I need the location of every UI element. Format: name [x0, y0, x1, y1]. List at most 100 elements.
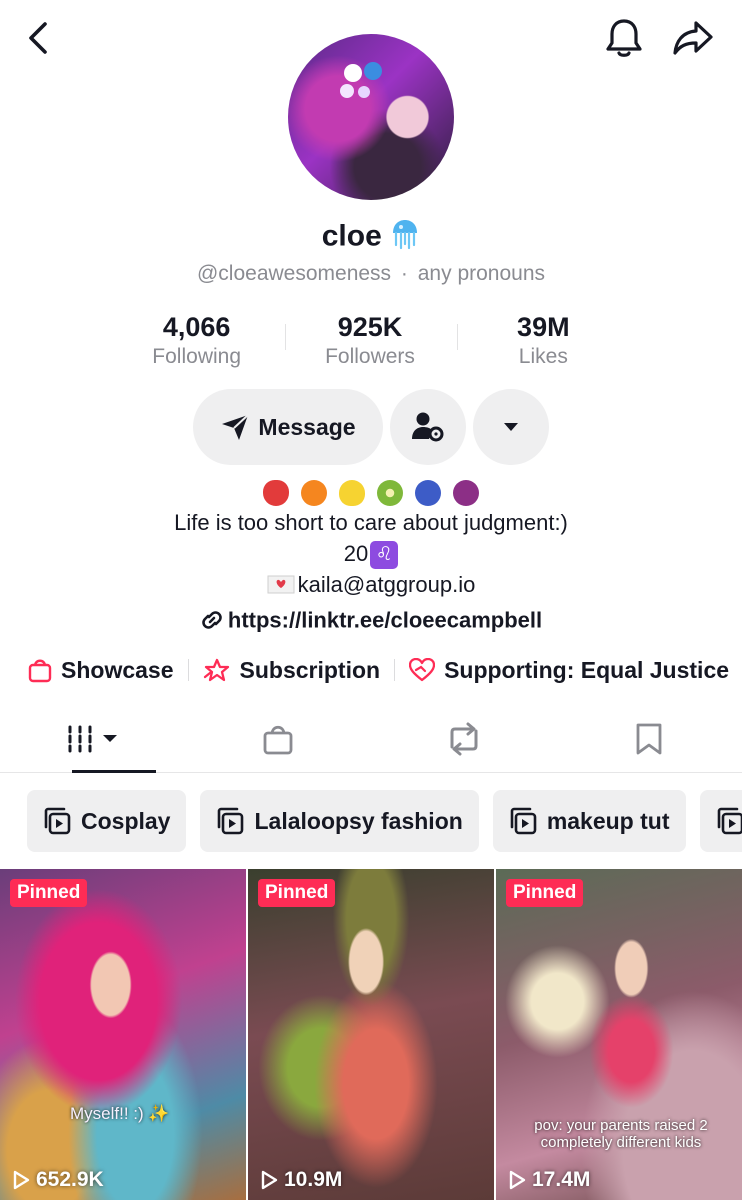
tab-videos[interactable] [0, 706, 186, 773]
message-button[interactable]: Message [193, 389, 383, 465]
subscription-link[interactable]: Subscription [203, 656, 381, 684]
stat-following[interactable]: 4,066 Following [110, 310, 283, 374]
view-count: 652.9K [12, 1168, 104, 1192]
bookmark-icon [636, 723, 662, 755]
avatar[interactable] [288, 34, 454, 200]
share-arrow-icon [673, 21, 713, 55]
pinned-badge: Pinned [10, 879, 88, 907]
playlist-icon [44, 807, 71, 835]
pronouns: any pronouns [417, 262, 546, 285]
stat-label: Following [152, 345, 242, 368]
playlist-icon [218, 807, 244, 835]
blueberries-icon [415, 480, 442, 507]
bio-email-line: kaila@atggroup.io [0, 569, 742, 600]
playlist-chip[interactable]: Cosplay [27, 790, 187, 852]
bio-link[interactable]: https://linktr.ee/cloeecampbell [228, 608, 542, 633]
content-tabs [0, 706, 742, 773]
star-badge-icon [203, 658, 229, 682]
heart-hand-icon [409, 658, 436, 682]
stat-label: Followers [325, 345, 415, 368]
message-button-label: Message [258, 413, 356, 440]
bio-link-line: https://linktr.ee/cloeecampbell [0, 603, 742, 634]
tab-reposts[interactable] [371, 706, 557, 772]
playlist-chips: Cosplay Lalaloopsy fashion makeup tut [27, 790, 742, 852]
play-icon [13, 1170, 30, 1190]
feature-separator [394, 659, 396, 681]
bag-icon [263, 725, 293, 755]
leo-zodiac-icon: ♌ [370, 541, 399, 570]
view-count-value: 652.9K [36, 1168, 104, 1191]
bell-icon [606, 19, 642, 57]
playlist-icon [717, 807, 742, 835]
playlist-label: Lalaloopsy fashion [254, 807, 463, 834]
playlist-icon [510, 807, 537, 835]
back-button[interactable] [18, 18, 58, 58]
supporting-link[interactable]: Supporting: Equal Justice [409, 657, 729, 684]
stat-likes[interactable]: 39M Likes [457, 310, 630, 374]
video-caption: pov: your parents raised 2 completely di… [534, 1117, 708, 1151]
strawberry-icon [262, 480, 289, 507]
tab-shop[interactable] [186, 706, 372, 772]
tab-saved[interactable] [557, 706, 742, 772]
video-tile[interactable]: Pinned 10.9M [248, 869, 494, 1200]
add-friend-settings-button[interactable] [390, 389, 466, 465]
jellyfish-icon [390, 218, 420, 255]
bio-text: Life is too short to care about judgment… [174, 510, 568, 535]
avatar-decoration [364, 62, 382, 80]
supporting-label: Supporting: Equal Justice [444, 656, 730, 683]
caret-down-icon [504, 423, 518, 431]
play-icon [261, 1170, 278, 1190]
bio: Life is too short to care about judgment… [0, 476, 742, 634]
grid-icon [68, 725, 117, 753]
stat-value: 4,066 [162, 312, 231, 342]
handle-separator: · [400, 262, 408, 285]
feature-row: Showcase Subscription Supporting: Equal … [28, 652, 729, 688]
profile-name-row: cloe [0, 218, 742, 255]
playlist-label: makeup tut [546, 807, 670, 834]
stat-value: 39M [517, 312, 570, 342]
video-tile[interactable]: Pinned Myself!! :) ✨ 652.9K [0, 869, 246, 1200]
playlist-chip[interactable]: makeup tut [492, 790, 686, 852]
user-settings-icon [412, 412, 444, 442]
pinned-badge: Pinned [258, 879, 336, 907]
avatar-decoration [340, 84, 354, 98]
view-count-value: 17.4M [532, 1168, 591, 1191]
paper-plane-icon [222, 414, 250, 440]
bio-age-line: 20 ♌ [0, 538, 742, 570]
playlist-chip-partial[interactable] [699, 790, 742, 852]
chevron-left-icon [29, 22, 47, 54]
lemon-icon [338, 480, 365, 507]
showcase-label: Showcase [61, 656, 174, 683]
view-count: 17.4M [508, 1168, 590, 1192]
profile-screen: cloe @cloeawesomeness · any pronouns 4,0… [0, 0, 742, 1200]
view-count-value: 10.9M [284, 1168, 343, 1191]
showcase-link[interactable]: Showcase [28, 657, 174, 684]
envelope-heart-icon [267, 571, 295, 602]
more-options-button[interactable] [473, 389, 549, 465]
tangerine-icon [300, 480, 327, 507]
play-icon [509, 1170, 526, 1190]
feature-separator [187, 659, 189, 681]
video-grid: Pinned Myself!! :) ✨ 652.9K Pinned 10.9M… [0, 869, 742, 1200]
link-icon [202, 611, 222, 629]
bio-age: 20 [343, 541, 369, 566]
kiwi-icon [377, 480, 404, 507]
stats-row: 4,066 Following 925K Followers 39M Likes [110, 310, 630, 374]
bio-email[interactable]: kaila@atggroup.io [298, 572, 476, 597]
video-caption: Myself!! :) ✨ [70, 1104, 170, 1123]
avatar-decoration [344, 64, 362, 82]
handle-row: @cloeawesomeness · any pronouns [0, 262, 742, 286]
view-count: 10.9M [260, 1168, 342, 1192]
playlist-chip[interactable]: Lalaloopsy fashion [200, 790, 479, 852]
username-handle: @cloeawesomeness [196, 262, 392, 285]
shopping-bag-icon [28, 659, 52, 683]
stat-followers[interactable]: 925K Followers [283, 310, 456, 374]
playlist-label: Cosplay [81, 807, 171, 834]
profile-name: cloe [321, 219, 382, 253]
stat-label: Likes [518, 345, 568, 368]
share-button[interactable] [670, 16, 716, 60]
subscription-label: Subscription [239, 656, 381, 683]
notifications-button[interactable] [602, 16, 646, 60]
stat-value: 925K [337, 312, 403, 342]
video-tile[interactable]: Pinned pov: your parents raised 2 comple… [496, 869, 742, 1200]
